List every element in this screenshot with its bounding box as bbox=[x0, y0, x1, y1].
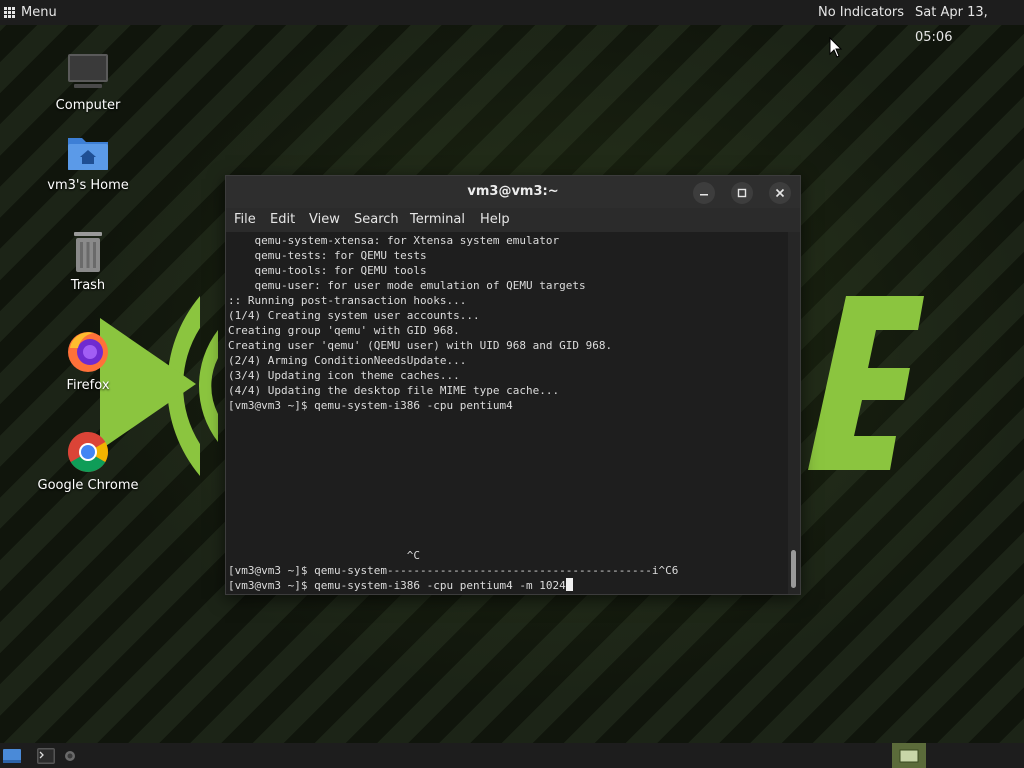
taskbar-app-button[interactable] bbox=[62, 743, 78, 768]
firefox-icon bbox=[68, 332, 108, 372]
terminal-line: (4/4) Updating the desktop file MIME typ… bbox=[228, 384, 560, 397]
terminal-input-text[interactable]: [vm3@vm3 ~]$ qemu-system-i386 -cpu penti… bbox=[228, 579, 566, 592]
terminal-line: qemu-user: for user mode emulation of QE… bbox=[228, 279, 586, 292]
window-title: vm3@vm3:~ bbox=[467, 184, 559, 199]
minimize-icon bbox=[700, 194, 708, 196]
terminal-line: (1/4) Creating system user accounts... bbox=[228, 309, 480, 322]
text-cursor bbox=[565, 578, 573, 591]
desktop-icon-trash[interactable]: Trash bbox=[18, 228, 158, 293]
taskbar-terminal-button[interactable] bbox=[34, 743, 58, 768]
workspace-switcher[interactable] bbox=[892, 743, 926, 768]
terminal-line: qemu-system-xtensa: for Xtensa system em… bbox=[228, 234, 560, 247]
terminal-ctrl-c-line: ^C bbox=[228, 549, 421, 562]
minimize-button[interactable] bbox=[693, 182, 715, 204]
desktop-icon-home[interactable]: vm3's Home bbox=[18, 128, 158, 193]
terminal-menubar: File Edit View Search Terminal Help bbox=[226, 208, 800, 232]
desktop-icon-label: vm3's Home bbox=[47, 178, 129, 193]
terminal-line: Creating user 'qemu' (QEMU user) with UI… bbox=[228, 339, 613, 352]
terminal-line: qemu-tests: for QEMU tests bbox=[228, 249, 427, 262]
terminal-line: [vm3@vm3 ~]$ qemu-system-i386 -cpu penti… bbox=[228, 399, 513, 412]
chrome-icon bbox=[68, 432, 108, 472]
indicators-applet[interactable]: No Indicators bbox=[818, 0, 904, 25]
terminal-line: qemu-tools: for QEMU tools bbox=[228, 264, 427, 277]
menu-help[interactable]: Help bbox=[480, 212, 510, 227]
bottom-panel bbox=[0, 743, 1024, 768]
mouse-pointer-icon bbox=[829, 37, 843, 58]
desktop-icon-firefox[interactable]: Firefox bbox=[18, 328, 158, 393]
terminal-line: (3/4) Updating icon theme caches... bbox=[228, 369, 460, 382]
desktop-icon-label: Trash bbox=[70, 278, 106, 293]
menu-label: Menu bbox=[21, 5, 57, 20]
terminal-output[interactable]: qemu-system-xtensa: for Xtensa system em… bbox=[226, 232, 788, 594]
terminal-scrollbar[interactable] bbox=[788, 232, 800, 594]
show-desktop-button[interactable] bbox=[0, 743, 24, 768]
maximize-icon bbox=[737, 188, 747, 198]
menu-file[interactable]: File bbox=[234, 212, 256, 227]
apps-grid-icon bbox=[4, 7, 15, 18]
clock[interactable]: Sat Apr 13, 05:06 bbox=[915, 0, 1024, 45]
terminal-line: (2/4) Arming ConditionNeedsUpdate... bbox=[228, 354, 467, 367]
terminal-line: :: Running post-transaction hooks... bbox=[228, 294, 467, 307]
menu-view[interactable]: View bbox=[309, 212, 340, 227]
trash-icon bbox=[74, 232, 102, 272]
home-folder-icon bbox=[68, 138, 108, 170]
workspace-icon bbox=[899, 749, 919, 762]
terminal-window[interactable]: vm3@vm3:~ File Edit View Search Terminal… bbox=[225, 175, 801, 595]
terminal-prompt-line: [vm3@vm3 ~]$ qemu-system----------------… bbox=[228, 564, 679, 577]
menu-edit[interactable]: Edit bbox=[270, 212, 295, 227]
computer-icon bbox=[68, 54, 108, 88]
close-button[interactable] bbox=[769, 182, 791, 204]
app-icon bbox=[65, 750, 75, 761]
scrollbar-thumb[interactable] bbox=[791, 550, 796, 588]
desktop-icon-label: Firefox bbox=[66, 378, 110, 393]
desktop-icon-chrome[interactable]: Google Chrome bbox=[18, 428, 158, 493]
terminal-line: Creating group 'qemu' with GID 968. bbox=[228, 324, 460, 337]
show-desktop-icon bbox=[3, 748, 21, 763]
close-icon bbox=[775, 188, 785, 198]
desktop-icon-label: Computer bbox=[55, 98, 121, 113]
terminal-current-prompt: [vm3@vm3 ~]$ qemu-system-i386 -cpu penti… bbox=[228, 578, 573, 593]
menu-terminal[interactable]: Terminal bbox=[410, 212, 465, 227]
desktop-icon-label: Google Chrome bbox=[37, 478, 139, 493]
terminal-icon bbox=[37, 747, 55, 764]
maximize-button[interactable] bbox=[731, 182, 753, 204]
top-panel: Menu No Indicators Sat Apr 13, 05:06 bbox=[0, 0, 1024, 45]
menu-button[interactable]: Menu bbox=[4, 0, 57, 25]
desktop-icon-computer[interactable]: Computer bbox=[18, 48, 158, 113]
menu-search[interactable]: Search bbox=[354, 212, 399, 227]
